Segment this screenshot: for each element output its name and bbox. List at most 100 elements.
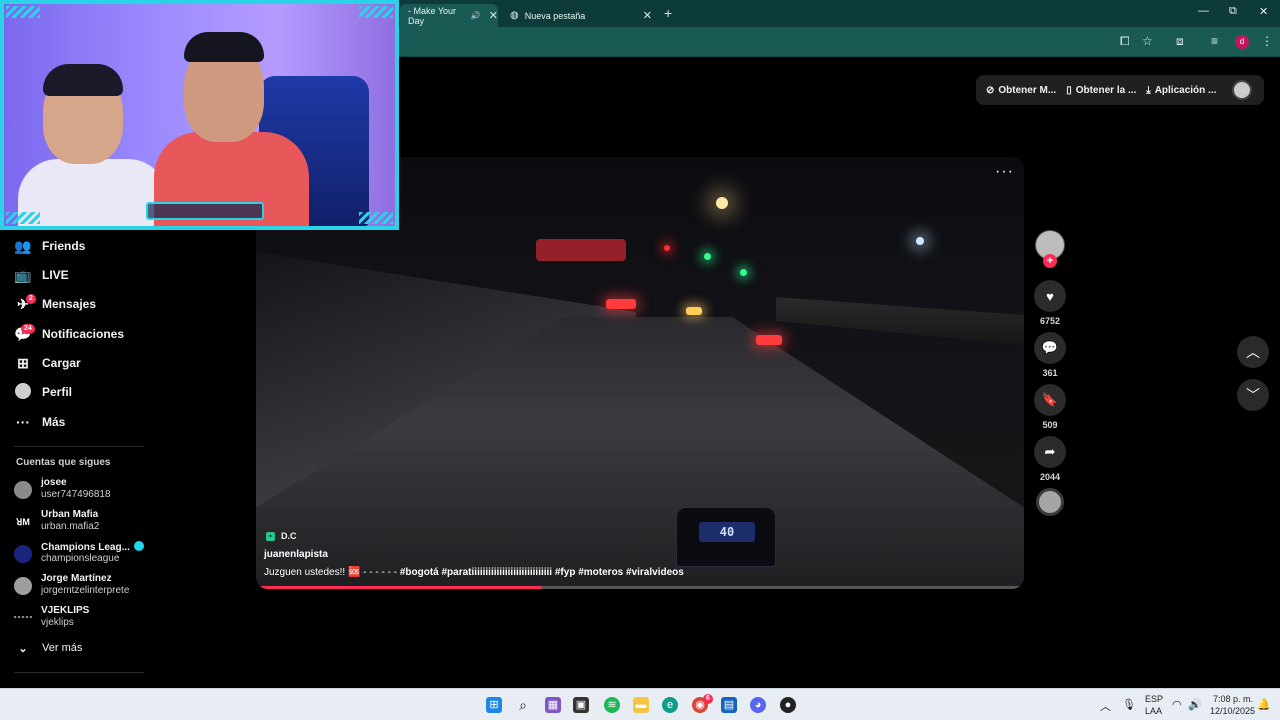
music-disc-icon[interactable] [1036,488,1064,516]
menu-icon[interactable]: ⋮ [1261,34,1273,48]
close-tab-icon[interactable]: ✕ [489,9,498,22]
extensions-icon[interactable]: ⧈ [1176,34,1184,49]
speaker-icon[interactable]: 🔊 [471,11,481,20]
task-view-icon[interactable]: ▣ [573,697,589,713]
video-author[interactable]: juanenlapista [264,549,328,560]
streamer-left [18,64,168,226]
discord-icon[interactable]: ◕ [750,697,766,713]
follow-plus-icon[interactable]: + [1043,254,1057,268]
following-item[interactable]: Champions Leag... championsleague [14,541,164,567]
get-coins-link[interactable]: ⊘ Obtener M... [986,85,1056,96]
clock-date[interactable]: 12/10/2025 [1210,706,1255,716]
bookmark-star-icon[interactable]: ☆ [1142,34,1153,48]
following-name: Urban Mafia [41,509,99,520]
restore-button[interactable]: ⧉ [1229,5,1237,18]
install-app-icon[interactable]: ⧠ [1120,34,1130,49]
clock-time[interactable]: 7:08 p. m. [1213,694,1253,704]
street-light [716,197,728,209]
store-icon[interactable]: ▤ [721,697,737,713]
volume-icon[interactable]: 🔊 [1188,698,1202,711]
see-more-button[interactable]: ⌄ Ver más [14,637,82,659]
avatar [14,545,32,563]
edge-icon[interactable]: e [662,697,678,713]
search-icon[interactable]: ⌕ [515,697,531,713]
wifi-icon[interactable]: ◠ [1172,698,1182,711]
sidebar-item-live[interactable]: 📺 LIVE [14,264,68,286]
following-item[interactable]: Jorge Martínez jorgemtzelinterprete [14,573,164,599]
divider [14,446,144,447]
like-count: 6752 [1039,316,1061,326]
following-item[interactable]: ꓤM Urban Mafia urban.mafia2 [14,509,164,535]
windows-start-icon[interactable]: ⊞ [486,697,502,713]
spotify-icon[interactable]: ≋ [604,697,620,713]
header-item-label: Obtener la ... [1075,84,1137,96]
previous-video-button[interactable]: ︿ [1237,336,1269,368]
following-name-text: Champions Leag... [41,542,130,553]
video-progress-bar[interactable] [260,586,542,589]
bus-light [536,239,626,261]
hashtag-link[interactable]: #fyp [555,567,576,578]
media-controls-icon[interactable]: ≡ [1211,34,1218,48]
hashtag-link[interactable]: #moteros [578,567,623,578]
frame-corner-decoration [6,212,40,224]
widgets-icon[interactable]: ▦ [545,697,561,713]
file-explorer-icon[interactable]: ▬ [633,697,649,713]
new-tab-button[interactable]: + [664,5,672,21]
tab-nueva-pestana[interactable]: ◍ Nueva pestaña ✕ [506,4,656,27]
following-username: user747496818 [41,489,111,500]
chevron-down-icon: ⌄ [18,642,28,655]
frame-corner-decoration [6,6,40,18]
profile-avatar[interactable]: d [1235,35,1249,49]
location-tag-icon: ▪ [266,531,275,541]
sidebar-item-more[interactable]: ··· Más [14,411,65,433]
language-bottom[interactable]: LAA [1145,706,1162,716]
frame-corner-decoration [359,212,393,224]
profile-icon [14,382,32,402]
following-item[interactable]: VJEKLIPS vjeklips [14,605,164,631]
notifications-bell-icon[interactable]: 🔔 [1257,698,1271,711]
street-light [916,237,924,245]
microphone-icon[interactable]: 🎙 [1122,698,1136,711]
avatar [14,481,32,499]
close-tab-icon[interactable]: ✕ [643,9,652,22]
tail-light [606,299,636,309]
divider [14,672,144,673]
hashtag-link[interactable]: #bogotá [400,567,439,578]
app-icon[interactable]: ● [780,697,796,713]
bookmark-icon: 🔖 [1041,392,1059,407]
close-window-button[interactable]: ✕ [1259,5,1268,18]
save-button[interactable]: 🔖 [1034,384,1066,416]
hashtag-link[interactable]: #paratiiiiiiiiiiiiiiiiiiiiiiiiiiiii [442,567,553,578]
sidebar-item-profile[interactable]: Perfil [14,381,72,403]
following-name: josee [41,477,67,488]
hashtag-link[interactable]: #viralvideos [626,567,684,578]
sidebar-item-friends[interactable]: 👥 Friends [14,235,85,257]
traffic-light [704,253,711,260]
sidebar-item-label: Perfil [42,385,73,399]
sidebar-item-upload[interactable]: ⊞ Cargar [14,352,81,374]
like-button[interactable]: ♥ [1034,280,1066,312]
user-avatar[interactable] [1232,80,1252,100]
more-options-icon[interactable]: ··· [995,163,1014,181]
taskbar: ⊞ ⌕ ▦ ▣ ≋ ▬ e ◉ 6 ▤ ◕ ● ︿ 🎙 ESP LAA ◠ 🔊 … [0,688,1280,720]
notifications-badge: 24 [21,324,35,334]
more-icon: ··· [16,414,30,430]
following-item[interactable]: josee user747496818 [14,477,164,503]
share-button[interactable]: ➦ [1034,436,1066,468]
streamer-right [154,32,314,226]
location-tag[interactable]: ▪ D.C [266,531,297,541]
share-icon: ➦ [1044,444,1056,459]
chevron-up-icon[interactable]: ︿ [1100,698,1111,714]
next-video-button[interactable]: ﹀ [1237,379,1269,411]
description-text: Juzguen ustedes!! 🆘 - - - - - - [264,567,400,578]
language-top[interactable]: ESP [1145,694,1163,704]
save-count: 509 [1042,420,1058,430]
sidebar-item-label: Friends [42,239,86,253]
minimize-button[interactable]: — [1198,5,1209,17]
comment-button[interactable]: 💬 [1034,332,1066,364]
pc-app-link[interactable]: ⤓ Aplicación ... [1146,85,1216,96]
get-app-link[interactable]: ▯ Obtener la ... [1066,85,1136,96]
see-more-label: Ver más [42,642,83,654]
sidebar-item-label: Más [42,415,66,429]
tab-make-your-day[interactable]: - Make Your Day 🔊 ✕ [400,4,498,27]
